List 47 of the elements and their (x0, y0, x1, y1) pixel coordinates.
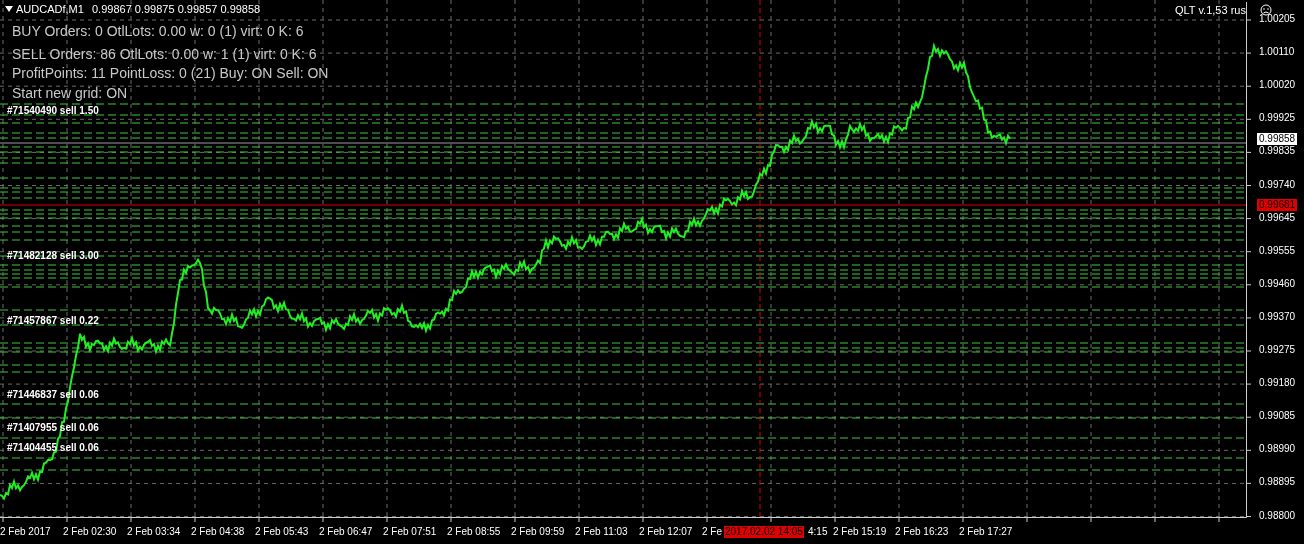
time-tick-label: 2 Feb 07:51 (383, 527, 437, 537)
caret-icon[interactable] (5, 6, 13, 12)
symbol-title: AUDCADf,M1 (16, 4, 84, 15)
price-tag: 0.99858 (1257, 133, 1298, 145)
price-tick-label: 0.98895 (1259, 477, 1296, 488)
time-tick-label: 4:15 (808, 527, 828, 537)
price-tick-label: 0.99275 (1259, 345, 1296, 355)
order-label: #71457867 sell 0.22 (7, 316, 99, 326)
time-tick-label: 2 Fe (702, 527, 722, 537)
price-tick-label: 0.99085 (1259, 411, 1296, 422)
sad-face-icon (1260, 4, 1272, 16)
price-tick-label: 0.99460 (1259, 278, 1296, 289)
info-line: SELL Orders: 86 OtlLots: 0.00 w: 1 (1) virt: 0 K: 6 (12, 47, 317, 61)
time-tick-label: 2 Feb 06:47 (319, 527, 373, 537)
price-tick-label: 0.99555 (1259, 245, 1296, 256)
time-tick-label: 2 Feb 09:59 (511, 527, 565, 537)
price-tick-label: 1.00110 (1259, 47, 1295, 58)
time-tick-label: 2 Feb 15:19 (833, 527, 887, 537)
price-tick-label: 0.99835 (1259, 146, 1296, 157)
crosshair-time-tag: 2017.02.02 14:05 (724, 526, 804, 538)
price-tick-label: 0.99370 (1259, 311, 1296, 322)
time-tick-label: 2 Feb 11:03 (575, 527, 628, 537)
order-label: #71482128 sell 3.00 (7, 251, 99, 261)
time-tick-label: 2 Feb 04:38 (191, 527, 245, 537)
price-tick-label: 1.00020 (1259, 80, 1296, 91)
price-tick-label: 1.00205 (1259, 14, 1296, 24)
price-tick-label: 0.98800 (1259, 510, 1296, 521)
time-tick-label: 2 Feb 17:27 (959, 527, 1013, 537)
time-tick-label: 2 Feb 16:23 (895, 527, 949, 537)
price-tag: 0.99681 (1257, 199, 1298, 211)
info-line: BUY Orders: 0 OtlLots: 0.00 w: 0 (1) virt: 0 K: 6 (12, 24, 304, 38)
price-tick-label: 0.99180 (1259, 378, 1296, 389)
price-tick-label: 0.99925 (1259, 113, 1296, 124)
time-tick-label: 2 Feb 08:55 (447, 527, 501, 537)
price-tick-label: 0.98990 (1259, 444, 1296, 455)
info-line: ProfitPoints: 11 PointLoss: 0 (21) Buy: ON Sell: ON (12, 66, 329, 80)
time-tick-label: 2 Feb 02:30 (63, 527, 117, 537)
time-tick-label: 2 Feb 03:34 (127, 527, 181, 537)
price-tick-label: 0.99740 (1259, 179, 1296, 190)
ohlc-quote: 0.99867 0.99875 0.99857 0.99858 (92, 4, 261, 15)
time-tick-label: 2 Feb 05:43 (255, 527, 309, 537)
info-line: Start new grid: ON (12, 86, 128, 100)
time-tick-label: 2 Feb 2017 (0, 527, 51, 537)
indicator-title: QLT v.1,53 rus (1175, 5, 1246, 16)
price-tick-label: 0.99645 (1259, 212, 1296, 223)
time-tick-label: 2 Feb 12:07 (639, 527, 693, 537)
order-label: #71540490 sell 1.50 (7, 106, 99, 116)
